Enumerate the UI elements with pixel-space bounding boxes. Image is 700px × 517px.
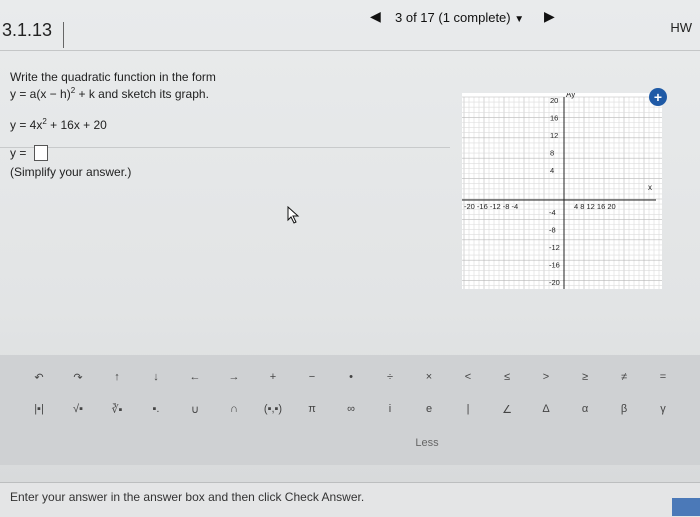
palette-key[interactable]: e: [412, 398, 446, 420]
homework-label: HW: [670, 20, 692, 35]
palette-key[interactable]: β: [607, 398, 641, 420]
y-tick-label: -12: [549, 243, 560, 252]
palette-key[interactable]: ↑: [100, 366, 134, 388]
palette-key[interactable]: ↷: [61, 366, 95, 388]
previous-question-icon[interactable]: ◀: [370, 8, 381, 25]
palette-key[interactable]: =: [646, 366, 680, 388]
palette-key[interactable]: ←: [178, 366, 212, 388]
palette-key[interactable]: ∛▪: [100, 398, 134, 420]
palette-key[interactable]: ≠: [607, 366, 641, 388]
palette-key[interactable]: ≤: [490, 366, 524, 388]
dropdown-icon[interactable]: ▼: [514, 14, 524, 25]
palette-key[interactable]: (▪,▪): [256, 398, 290, 420]
palette-key[interactable]: ≥: [568, 366, 602, 388]
palette-key[interactable]: |: [451, 398, 485, 420]
question-navigation-bar: ◀ 3 of 17 (1 complete) ▼ ▶ HW: [0, 0, 700, 40]
zoom-in-icon[interactable]: +: [649, 88, 667, 106]
status-message: Enter your answer in the answer box and …: [10, 490, 365, 504]
vertex-form: y = a(x − h)2 + k and sketch its graph.: [10, 86, 209, 101]
x-tick-labels-negative: -20 -16 -12 -8 -4: [464, 202, 518, 211]
check-answer-button[interactable]: [672, 498, 700, 516]
divider: [63, 22, 64, 48]
palette-key[interactable]: ∞: [334, 398, 368, 420]
palette-key[interactable]: <: [451, 366, 485, 388]
palette-key[interactable]: γ: [646, 398, 680, 420]
given-function: y = 4x2 + 16x + 20: [10, 117, 107, 132]
palette-key[interactable]: ↶: [22, 366, 56, 388]
y-axis-label: Ay: [566, 93, 575, 99]
palette-key[interactable]: ∩: [217, 398, 251, 420]
y-tick-label: -20: [549, 278, 560, 287]
y-tick-label: 20: [550, 96, 558, 105]
palette-key[interactable]: i: [373, 398, 407, 420]
divider: [0, 50, 700, 51]
question-progress[interactable]: 3 of 17 (1 complete) ▼: [395, 10, 524, 25]
palette-key[interactable]: ∠: [490, 398, 524, 420]
palette-key[interactable]: →: [217, 366, 251, 388]
next-question-icon[interactable]: ▶: [544, 8, 555, 25]
divider: [0, 147, 450, 148]
y-tick-label: -8: [549, 226, 556, 235]
palette-key[interactable]: •: [334, 366, 368, 388]
question-instruction: Write the quadratic function in the form: [10, 70, 216, 84]
palette-key[interactable]: α: [568, 398, 602, 420]
vertex-form-tail: + k and sketch its graph.: [75, 87, 209, 101]
answer-prefix: y =: [10, 146, 27, 160]
simplify-hint: (Simplify your answer.): [10, 165, 132, 179]
palette-key[interactable]: ↓: [139, 366, 173, 388]
y-tick-label: -4: [549, 208, 556, 217]
palette-key[interactable]: ×: [412, 366, 446, 388]
x-tick-labels-positive: 4 8 12 16 20: [574, 202, 616, 211]
homework-page: ◀ 3 of 17 (1 complete) ▼ ▶ HW 3.1.13 Wri…: [0, 0, 700, 517]
coordinate-grid[interactable]: x Ay -20 -16 -12 -8 -4 4 8 12 16 20 20 16…: [462, 93, 662, 289]
given-function-text: y = 4x: [10, 118, 43, 132]
palette-key[interactable]: π: [295, 398, 329, 420]
status-bar: Enter your answer in the answer box and …: [0, 482, 700, 517]
palette-key[interactable]: ▪.: [139, 398, 173, 420]
y-tick-label: 8: [550, 149, 554, 158]
given-function-tail: + 16x + 20: [46, 118, 107, 132]
palette-key[interactable]: +: [256, 366, 290, 388]
palette-key[interactable]: |▪|: [22, 398, 56, 420]
answer-input-box[interactable]: [34, 145, 48, 161]
palette-key[interactable]: −: [295, 366, 329, 388]
x-axis-label: x: [648, 183, 652, 192]
palette-key[interactable]: Δ: [529, 398, 563, 420]
y-tick-label: 16: [550, 114, 558, 123]
palette-key[interactable]: ÷: [373, 366, 407, 388]
y-tick-label: 4: [550, 166, 554, 175]
less-button[interactable]: Less: [405, 432, 449, 454]
section-number: 3.1.13: [2, 20, 53, 40]
palette-key[interactable]: √▪: [61, 398, 95, 420]
vertex-form-text: y = a(x − h): [10, 87, 71, 101]
y-tick-label: 12: [550, 131, 558, 140]
mouse-cursor-icon: [287, 206, 300, 224]
palette-key[interactable]: >: [529, 366, 563, 388]
question-progress-text: 3 of 17 (1 complete): [395, 10, 511, 25]
y-tick-label: -16: [549, 261, 560, 270]
palette-key[interactable]: ∪: [178, 398, 212, 420]
